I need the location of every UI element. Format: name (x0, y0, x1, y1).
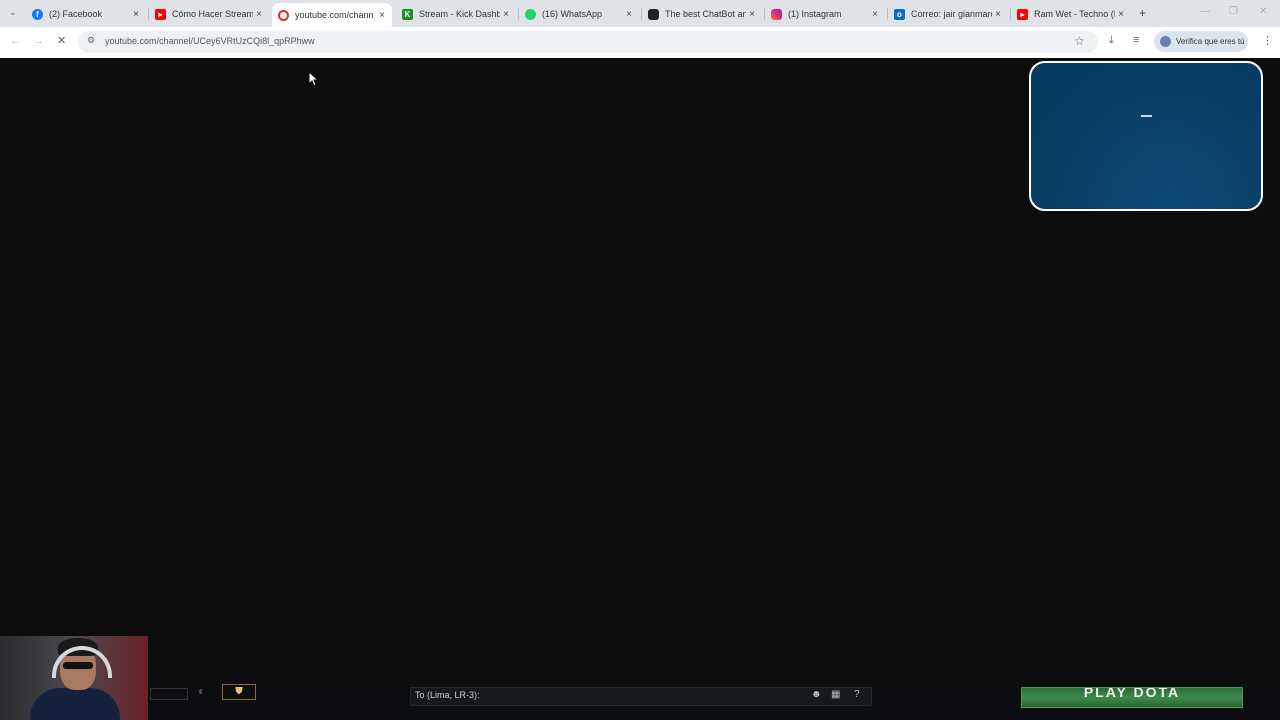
game-emblem-icon: ⛊ (222, 684, 256, 700)
game-hud-circle-icon: ◐ (198, 684, 206, 698)
downloads-icon[interactable]: ⤓ (1109, 34, 1114, 47)
back-arrow-icon[interactable]: ← (10, 35, 21, 47)
chat-wheel-icon[interactable]: ▦ (831, 689, 840, 700)
menu-kebab-icon[interactable]: ⋮ (1262, 34, 1273, 47)
tab-label: (16) WhatsApp (542, 9, 603, 19)
tab-label: youtube.com/chann (295, 10, 374, 20)
tab-search-icon[interactable]: ≡ (1133, 34, 1139, 46)
close-icon[interactable]: × (869, 9, 881, 20)
tab-youtube-stream[interactable]: ▸ Cómo Hacer Stream: × (149, 3, 269, 25)
profile-verify-chip[interactable]: Verifica que eres tú (1154, 31, 1248, 52)
tab-label: Stream - Kick Dashbo (419, 9, 500, 19)
close-icon[interactable]: × (992, 9, 1004, 20)
browser-toolbar: ← → ✕ ⚙ youtube.com/channel/UCey6VRtUzCQ… (0, 27, 1280, 58)
sunglasses-icon (63, 662, 93, 669)
loading-icon (278, 9, 289, 21)
close-icon[interactable]: × (376, 10, 388, 21)
game-chat-input[interactable]: To (Lima, LR-3): ☻ ▦ ? (410, 687, 872, 706)
window-close-icon[interactable]: ✕ (1259, 6, 1267, 17)
youtube-icon: ▸ (1017, 8, 1028, 20)
tab-label: (1) Instagram (788, 9, 842, 19)
close-icon[interactable]: × (746, 9, 758, 20)
chatbot-icon (648, 8, 659, 20)
bookmark-star-icon[interactable]: ☆ (1074, 34, 1085, 48)
tab-label: Ram Wet - Techno (Re (1034, 9, 1115, 19)
close-icon[interactable]: × (253, 9, 265, 20)
tab-youtube-channel[interactable]: youtube.com/chann × (272, 3, 392, 27)
mouse-cursor-icon (308, 71, 318, 87)
tab-facebook[interactable]: f (2) Facebook × (26, 3, 146, 25)
kick-icon: K (402, 8, 413, 20)
tab-whatsapp[interactable]: (16) WhatsApp × (519, 3, 639, 25)
chat-target-label: To (Lima, LR-3): (415, 690, 480, 700)
whatsapp-icon (525, 8, 536, 20)
webcam-overlay (0, 636, 148, 720)
new-tab-icon[interactable]: + (1139, 6, 1146, 20)
forward-arrow-icon[interactable]: → (33, 35, 44, 47)
tab-label: The best ChatBot an (665, 9, 746, 19)
play-dota-button[interactable]: PLAY DOTA (1021, 687, 1243, 708)
tab-youtube-techno[interactable]: ▸ Ram Wet - Techno (Re × (1011, 3, 1131, 25)
profile-chip-label: Verifica que eres tú (1176, 37, 1245, 46)
widget-dash-indicator (1141, 115, 1152, 117)
tab-label: Correo: jair gianmarc (911, 9, 992, 19)
tab-chatbot[interactable]: The best ChatBot an × (642, 3, 762, 25)
url-text[interactable]: youtube.com/channel/UCey6VRtUzCQi8l_qpRP… (105, 36, 315, 46)
outlook-icon: o (894, 8, 905, 20)
stream-overlay-widget (1029, 61, 1263, 211)
address-bar[interactable]: ⚙ youtube.com/channel/UCey6VRtUzCQi8l_qp… (78, 31, 1098, 53)
facebook-icon: f (32, 8, 43, 20)
tab-label: Cómo Hacer Stream: (172, 9, 253, 19)
stop-loading-icon[interactable]: ✕ (57, 34, 66, 47)
youtube-icon: ▸ (155, 8, 166, 20)
minimize-icon[interactable]: — (1200, 6, 1210, 17)
webcam-body (30, 688, 120, 720)
maximize-icon[interactable]: ❐ (1229, 6, 1238, 17)
avatar (1160, 36, 1171, 47)
tab-outlook-mail[interactable]: o Correo: jair gianmarc × (888, 3, 1008, 25)
game-hud-slot (150, 688, 188, 700)
close-icon[interactable]: × (130, 9, 142, 20)
tab-search-chevron-icon[interactable]: ⌄ (9, 7, 17, 18)
help-icon[interactable]: ? (854, 689, 860, 700)
tab-instagram[interactable]: (1) Instagram × (765, 3, 885, 25)
close-icon[interactable]: × (1115, 9, 1127, 20)
emoji-icon[interactable]: ☻ (811, 689, 822, 700)
tab-label: (2) Facebook (49, 9, 103, 19)
close-icon[interactable]: × (623, 9, 635, 20)
close-icon[interactable]: × (500, 9, 512, 20)
tab-strip: ⌄ f (2) Facebook × ▸ Cómo Hacer Stream: … (0, 0, 1280, 27)
instagram-icon (771, 8, 782, 20)
tab-kick-dashboard[interactable]: K Stream - Kick Dashbo × (396, 3, 516, 25)
site-settings-icon[interactable]: ⚙ (87, 35, 95, 46)
